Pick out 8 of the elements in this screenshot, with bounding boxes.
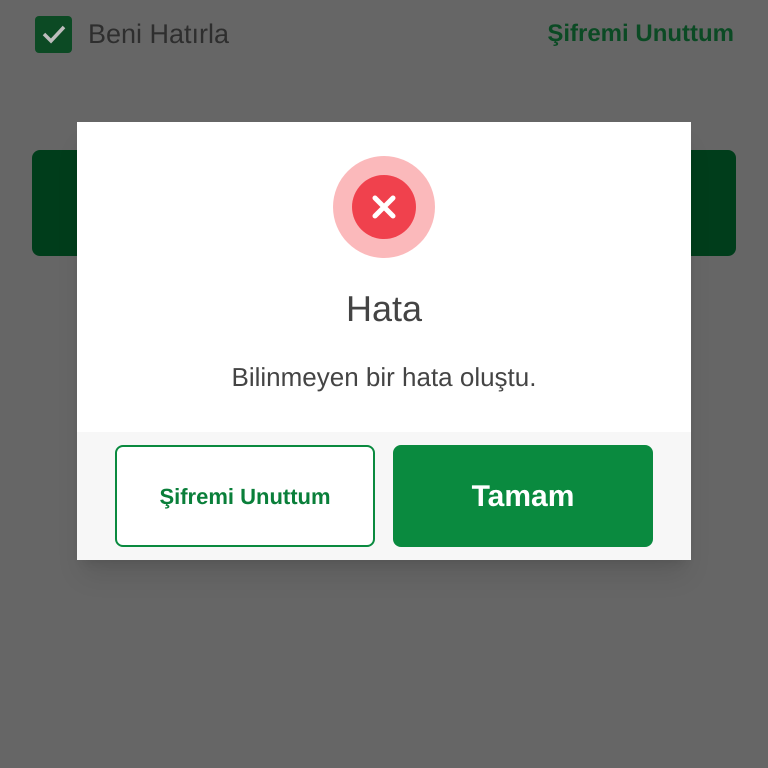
dialog-title: Hata (346, 287, 422, 331)
forgot-password-button[interactable]: Şifremi Unuttum (115, 445, 375, 547)
check-icon (42, 24, 66, 44)
dialog-message: Bilinmeyen bir hata oluştu. (232, 361, 536, 394)
error-icon (333, 156, 435, 258)
remember-me-label: Beni Hatırla (88, 18, 230, 51)
ok-button[interactable]: Tamam (393, 445, 653, 547)
checkbox[interactable] (35, 16, 72, 53)
